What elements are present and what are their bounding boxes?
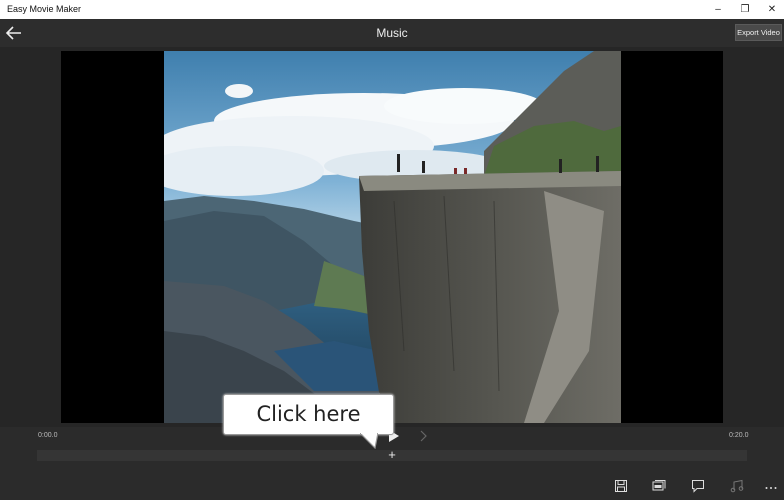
app-window: Easy Movie Maker – ❐ ✕ Music Export Vide… bbox=[0, 0, 784, 500]
export-video-button[interactable]: Export Video bbox=[735, 24, 782, 41]
more-icon[interactable] bbox=[764, 479, 778, 493]
app-title: Easy Movie Maker bbox=[7, 4, 82, 14]
preview-image bbox=[164, 51, 621, 423]
save-icon[interactable] bbox=[614, 479, 628, 493]
callout-text: Click here bbox=[256, 402, 361, 426]
music-icon[interactable] bbox=[730, 479, 744, 493]
comment-icon[interactable] bbox=[691, 479, 705, 493]
click-here-callout: Click here bbox=[223, 394, 394, 435]
time-end: 0:20.0 bbox=[729, 432, 749, 439]
time-start: 0:00.0 bbox=[38, 432, 58, 439]
video-preview[interactable] bbox=[61, 51, 723, 423]
header-bar: Music Export Video bbox=[0, 19, 784, 47]
slideshow-icon[interactable] bbox=[652, 479, 666, 493]
preview-area bbox=[0, 47, 784, 427]
page-title: Music bbox=[376, 26, 408, 40]
callout-pointer bbox=[360, 433, 378, 449]
title-bar: Easy Movie Maker – ❐ ✕ bbox=[0, 0, 784, 19]
close-button[interactable]: ✕ bbox=[760, 0, 784, 19]
add-music-button[interactable]: + bbox=[386, 448, 398, 461]
next-icon[interactable] bbox=[418, 430, 428, 442]
bottom-toolbar bbox=[0, 473, 784, 500]
restore-button[interactable]: ❐ bbox=[733, 0, 757, 19]
minimize-button[interactable]: – bbox=[706, 0, 730, 19]
